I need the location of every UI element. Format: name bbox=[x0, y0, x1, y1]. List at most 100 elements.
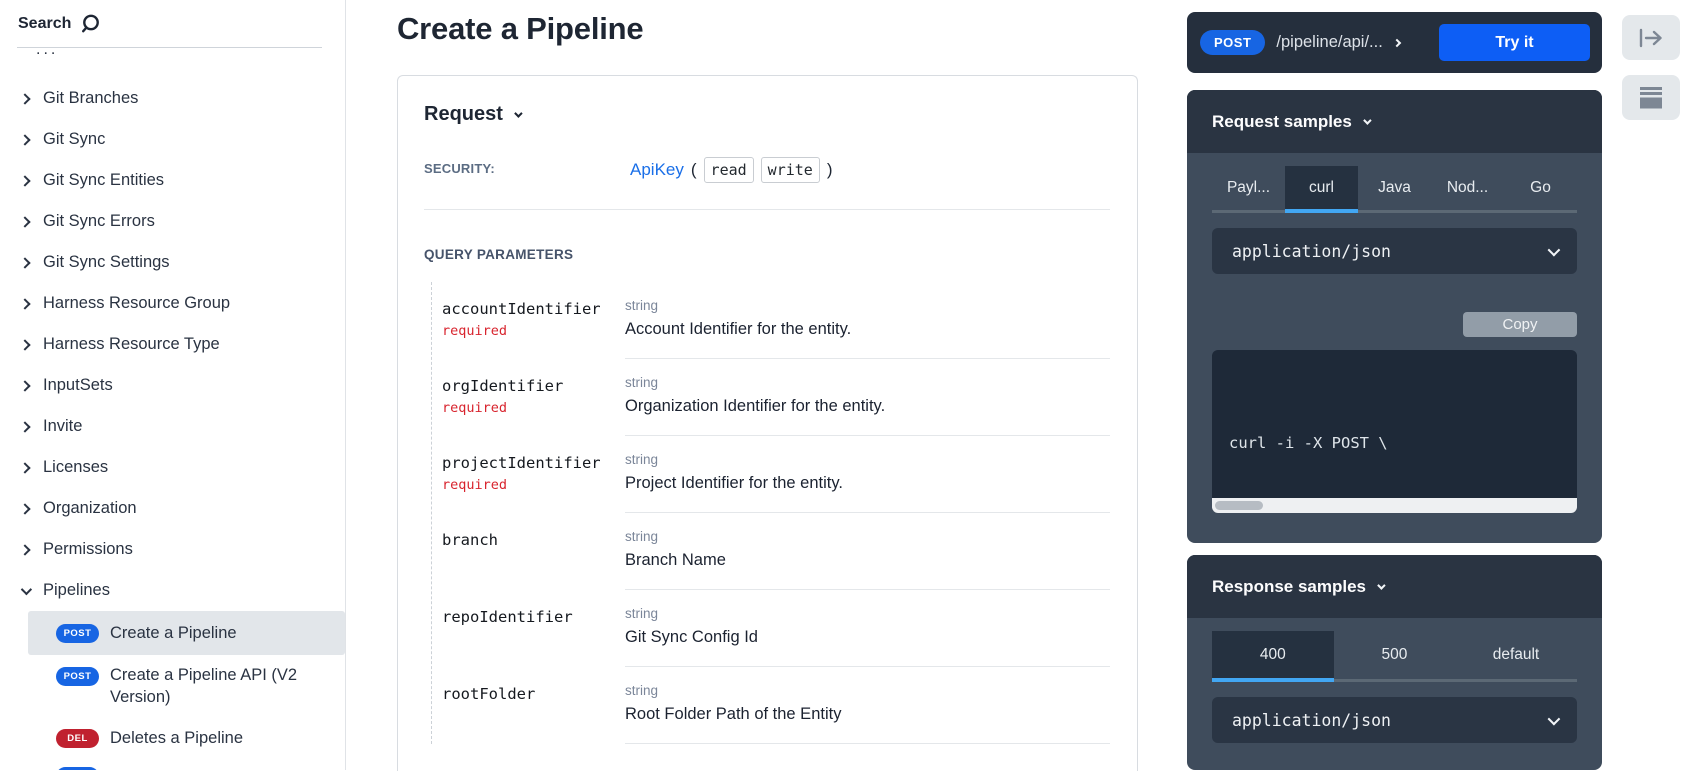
scrollbar-thumb[interactable] bbox=[1215, 501, 1263, 510]
security-row: SECURITY: ApiKey ( read write ) bbox=[424, 157, 1110, 183]
sidebar-item-git-sync-errors[interactable]: Git Sync Errors bbox=[0, 201, 345, 242]
sidebar-item-label: Organization bbox=[43, 499, 137, 518]
chevron-right-icon bbox=[19, 339, 30, 350]
panel-expand-icon bbox=[1638, 28, 1664, 48]
param-type: string bbox=[625, 606, 1110, 621]
param-required-label: required bbox=[442, 323, 625, 339]
scope-write: write bbox=[761, 157, 820, 183]
sidebar-item-deletes-a-pipeline[interactable]: DEL Deletes a Pipeline bbox=[0, 716, 345, 760]
param-description: Organization Identifier for the entity. bbox=[625, 397, 1110, 416]
request-samples-toggle[interactable]: Request samples bbox=[1187, 90, 1602, 153]
param-row-rootFolder: rootFolder string Root Folder Path of th… bbox=[432, 667, 1110, 744]
chevron-right-icon bbox=[19, 298, 30, 309]
sidebar-item-label: Git Sync bbox=[43, 130, 105, 149]
search-icon bbox=[80, 13, 101, 34]
param-description: Project Identifier for the entity. bbox=[625, 474, 1110, 493]
param-type: string bbox=[625, 375, 1110, 390]
tab-java[interactable]: Java bbox=[1358, 166, 1431, 210]
tab-nodejs[interactable]: Nod... bbox=[1431, 166, 1504, 210]
endpoint-path: /pipeline/api/... bbox=[1276, 33, 1382, 52]
param-row-projectIdentifier: projectIdentifier required string Projec… bbox=[432, 436, 1110, 513]
param-row-orgIdentifier: orgIdentifier required string Organizati… bbox=[432, 359, 1110, 436]
tab-400[interactable]: 400 bbox=[1212, 631, 1334, 679]
method-pill: POST bbox=[1200, 30, 1265, 55]
tab-payload[interactable]: Payl... bbox=[1212, 166, 1285, 210]
chevron-down-icon bbox=[514, 109, 522, 117]
response-samples-title: Response samples bbox=[1212, 577, 1366, 597]
sidebar-item-label: Git Branches bbox=[43, 89, 138, 108]
sidebar-item-organization[interactable]: Organization bbox=[0, 488, 345, 529]
sidebar-item-label: Create a Pipeline bbox=[110, 622, 237, 644]
sidebar-item-licenses[interactable]: Licenses bbox=[0, 447, 345, 488]
tab-default[interactable]: default bbox=[1455, 631, 1577, 679]
sidebar-item-harness-resource-group[interactable]: Harness Resource Group bbox=[0, 283, 345, 324]
response-samples-panel: Response samples 400 500 default applica… bbox=[1187, 555, 1602, 770]
sidebar-item-label: Git Sync Entities bbox=[43, 171, 164, 190]
endpoint-bar[interactable]: POST /pipeline/api/... Try it bbox=[1187, 12, 1602, 73]
content-type-select[interactable]: application/json bbox=[1212, 228, 1577, 274]
paren-open: ( bbox=[691, 160, 697, 180]
sidebar-item-inputsets[interactable]: InputSets bbox=[0, 365, 345, 406]
request-section-title: Request bbox=[424, 103, 503, 126]
pipelines-children: POST Create a Pipeline POST Create a Pip… bbox=[0, 611, 345, 770]
sidebar-item-harness-resource-type[interactable]: Harness Resource Type bbox=[0, 324, 345, 365]
tab-track bbox=[1212, 210, 1577, 213]
sidebar-item-pipelines[interactable]: Pipelines bbox=[0, 570, 345, 611]
param-name: repoIdentifier bbox=[442, 590, 625, 626]
sidebar-item-invite[interactable]: Invite bbox=[0, 406, 345, 447]
content-type-select[interactable]: application/json bbox=[1212, 697, 1577, 743]
content-type-value: application/json bbox=[1232, 711, 1391, 730]
sidebar-item-label: Pipelines bbox=[43, 581, 110, 600]
tab-curl[interactable]: curl bbox=[1285, 166, 1358, 210]
sidebar-item-create-a-pipeline[interactable]: POST Create a Pipeline bbox=[28, 611, 345, 655]
security-label: SECURITY: bbox=[424, 157, 630, 176]
sidebar-item-label: Invite bbox=[43, 417, 82, 436]
param-name: rootFolder bbox=[442, 667, 625, 703]
tab-500[interactable]: 500 bbox=[1334, 631, 1456, 679]
param-row-branch: branch string Branch Name bbox=[432, 513, 1110, 590]
method-badge-del: DEL bbox=[56, 729, 99, 748]
response-samples-tabs: 400 500 default bbox=[1212, 631, 1577, 679]
collapse-samples-panel-button[interactable] bbox=[1622, 15, 1680, 60]
request-section-toggle[interactable]: Request bbox=[424, 103, 1110, 126]
copy-button[interactable]: Copy bbox=[1463, 312, 1577, 337]
scope-read: read bbox=[704, 157, 754, 183]
chevron-down-icon bbox=[21, 583, 32, 594]
search-control[interactable]: Search bbox=[18, 13, 101, 34]
samples-menu-button[interactable] bbox=[1622, 75, 1680, 120]
samples-list-icon bbox=[1638, 86, 1664, 110]
param-type: string bbox=[625, 683, 1110, 698]
chevron-right-icon bbox=[19, 462, 30, 473]
param-description: Account Identifier for the entity. bbox=[625, 320, 1110, 339]
apikey-link[interactable]: ApiKey bbox=[630, 160, 684, 180]
sidebar-item-git-branches[interactable]: Git Branches bbox=[0, 78, 345, 119]
chevron-right-icon bbox=[19, 421, 30, 432]
sidebar-item-git-sync-entities[interactable]: Git Sync Entities bbox=[0, 160, 345, 201]
param-type: string bbox=[625, 452, 1110, 467]
method-badge-post: POST bbox=[56, 667, 99, 686]
try-it-button[interactable]: Try it bbox=[1439, 24, 1590, 61]
sidebar-item-label: Harness Resource Group bbox=[43, 294, 230, 313]
sidebar-item-label: InputSets bbox=[43, 376, 113, 395]
chevron-right-icon bbox=[19, 175, 30, 186]
param-description: Git Sync Config Id bbox=[625, 628, 1110, 647]
tab-go[interactable]: Go bbox=[1504, 166, 1577, 210]
sidebar-item-git-sync-settings[interactable]: Git Sync Settings bbox=[0, 242, 345, 283]
section-divider bbox=[424, 209, 1110, 210]
param-row-repoIdentifier: repoIdentifier string Git Sync Config Id bbox=[432, 590, 1110, 667]
param-name: projectIdentifier bbox=[442, 436, 625, 472]
request-card: Request SECURITY: ApiKey ( read write ) … bbox=[397, 75, 1138, 771]
sidebar-item-git-sync[interactable]: Git Sync bbox=[0, 119, 345, 160]
paren-close: ) bbox=[827, 160, 833, 180]
chevron-right-icon bbox=[19, 257, 30, 268]
sidebar-item-partial[interactable]: ... bbox=[36, 50, 96, 62]
sidebar-item-permissions[interactable]: Permissions bbox=[0, 529, 345, 570]
sidebar-item-create-a-pipeline-v2[interactable]: POST Create a Pipeline API (V2 Version) bbox=[0, 655, 345, 716]
chevron-right-icon bbox=[19, 380, 30, 391]
chevron-right-icon bbox=[1393, 38, 1401, 46]
sidebar-divider bbox=[17, 47, 322, 48]
curl-code-block: curl -i -X POST \ 'https://app.harness.i… bbox=[1212, 350, 1577, 513]
response-samples-toggle[interactable]: Response samples bbox=[1187, 555, 1602, 618]
sidebar-item-partially-visible[interactable] bbox=[0, 760, 345, 770]
param-required-label: required bbox=[442, 400, 625, 416]
